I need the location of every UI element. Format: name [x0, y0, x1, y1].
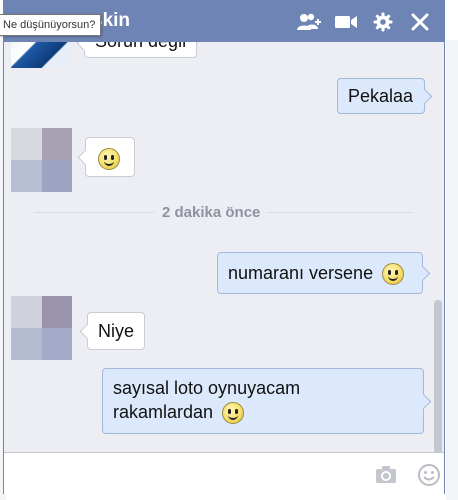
message-text: Pekalaa	[348, 86, 414, 106]
smiley-icon	[222, 402, 245, 425]
video-camera-icon[interactable]	[327, 11, 364, 33]
message-bubble-outgoing: sayısal loto oynuyacam rakamlardan	[102, 368, 432, 434]
smiley-icon	[382, 263, 405, 286]
message-list[interactable]: Sorun değil Pekalaa 2 dakika önce numara…	[4, 42, 444, 452]
emoticon-icon[interactable]	[417, 463, 441, 487]
message-input[interactable]	[10, 459, 364, 491]
chat-window: skin Pekalaa 2 dakika önce numaranı vers…	[3, 0, 445, 494]
scrollbar[interactable]	[434, 300, 442, 452]
message-bubble-incoming: Sorun değil	[76, 42, 198, 58]
message-bubble-outgoing: Pekalaa	[337, 78, 433, 114]
message-text-line-2: rakamlardan	[113, 400, 413, 425]
smiley-icon	[98, 148, 120, 171]
bubble-tail	[415, 393, 432, 410]
titlebar-actions	[290, 11, 438, 33]
message-text: Niye	[98, 321, 135, 341]
bubble-tail	[77, 149, 94, 166]
message-bubble-incoming	[77, 137, 135, 177]
camera-icon[interactable]	[374, 463, 398, 487]
avatar[interactable]	[11, 296, 72, 360]
bubble-tail	[416, 88, 433, 105]
message-bubble-outgoing: numaranı versene	[217, 252, 431, 294]
bubble-tail	[76, 42, 93, 52]
close-icon[interactable]	[401, 11, 438, 33]
background-page-right	[446, 40, 458, 500]
message-text: rakamlardan	[113, 402, 214, 422]
message-text: numaranı versene	[228, 263, 374, 283]
avatar[interactable]	[11, 42, 72, 68]
bubble-tail	[79, 323, 96, 340]
avatar[interactable]	[11, 128, 72, 192]
message-text: Sorun değil	[95, 42, 186, 51]
add-friend-icon[interactable]	[290, 11, 327, 33]
tooltip: Ne düşünüyorsun?	[0, 14, 102, 36]
message-composer	[4, 452, 444, 494]
time-divider: 2 dakika önce	[154, 202, 269, 224]
message-text-line-1: sayısal loto oynuyacam	[113, 378, 301, 398]
gear-icon[interactable]	[364, 11, 401, 33]
bubble-tail	[414, 265, 431, 282]
message-bubble-incoming: Niye	[79, 312, 145, 350]
